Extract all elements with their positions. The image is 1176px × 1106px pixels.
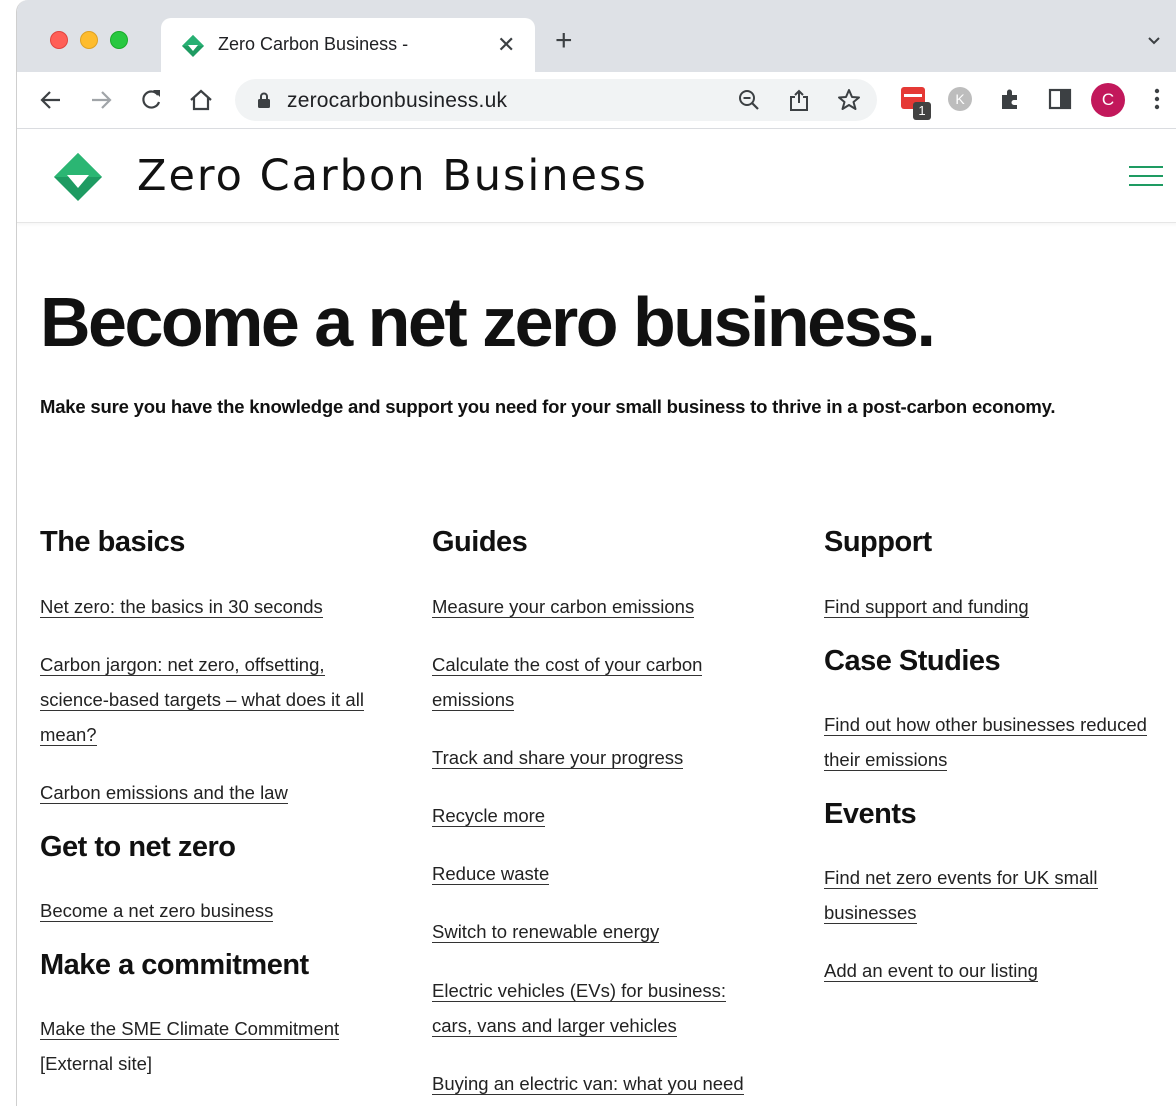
forward-arrow-icon[interactable] [87,86,115,114]
hamburger-menu-icon[interactable] [1129,165,1163,187]
heading-events: Events [824,798,917,830]
tab-title: Zero Carbon Business - [218,34,409,54]
site-header: Zero Carbon Business [17,129,1176,223]
reload-icon[interactable] [137,86,165,114]
minimize-window-button[interactable] [80,31,98,49]
heading-support: Support [824,526,932,558]
link-renewable-energy[interactable]: Switch to renewable energy [432,914,792,949]
url-text[interactable]: zerocarbonbusiness.uk [287,89,507,113]
extensions-puzzle-icon[interactable] [997,86,1023,112]
site-favicon-icon [182,35,204,57]
link-carbon-emissions-law[interactable]: Carbon emissions and the law [40,775,400,810]
link-calculate-cost[interactable]: Calculate the cost of your carbon emissi… [432,647,732,717]
site-logo-icon[interactable] [53,152,103,202]
link-recycle-more[interactable]: Recycle more [432,798,792,833]
link-become-net-zero[interactable]: Become a net zero business [40,893,400,928]
link-case-studies[interactable]: Find out how other businesses reduced th… [824,707,1174,777]
tab-strip: Zero Carbon Business - ✕ + [17,0,1176,72]
address-bar[interactable]: zerocarbonbusiness.uk [235,79,877,121]
link-net-zero-events[interactable]: Find net zero events for UK small busine… [824,860,1124,930]
heading-the-basics: The basics [40,526,185,558]
side-panel-icon[interactable] [1047,86,1073,112]
share-icon[interactable] [787,88,811,112]
link-electric-vehicles[interactable]: Electric vehicles (EVs) for business: ca… [432,973,744,1043]
k-extension-icon[interactable]: K [947,86,973,112]
hero-title: Become a net zero business. [40,283,936,361]
hero-subtitle: Make sure you have the knowledge and sup… [40,396,1056,417]
close-window-button[interactable] [50,31,68,49]
svg-text:K: K [955,91,965,107]
heading-case-studies: Case Studies [824,645,1001,677]
link-buying-electric-van[interactable]: Buying an electric van: what you need [432,1066,792,1101]
heading-make-a-commitment: Make a commitment [40,949,309,981]
link-sme-climate-commitment[interactable]: Make the SME Climate Commitment [40,1011,400,1046]
link-track-progress[interactable]: Track and share your progress [432,740,792,775]
link-support-funding[interactable]: Find support and funding [824,589,1174,624]
link-carbon-jargon[interactable]: Carbon jargon: net zero, offsetting, sci… [40,647,385,752]
link-measure-emissions[interactable]: Measure your carbon emissions [432,589,792,624]
extension-badge-count: 1 [913,102,931,120]
zoom-out-icon[interactable] [737,88,761,112]
bookmark-star-icon[interactable] [837,88,861,112]
tab-search-chevron-icon[interactable] [1147,34,1161,48]
browser-window: Zero Carbon Business - ✕ + zerocarbonbus… [16,0,1176,1106]
heading-guides: Guides [432,526,528,558]
browser-menu-icon[interactable] [1149,86,1165,112]
link-reduce-waste[interactable]: Reduce waste [432,856,792,891]
maximize-window-button[interactable] [110,31,128,49]
site-title[interactable]: Zero Carbon Business [137,151,648,201]
external-site-note: [External site] [40,1053,153,1074]
heading-get-to-net-zero: Get to net zero [40,831,236,863]
browser-tab[interactable]: Zero Carbon Business - ✕ [161,18,535,72]
lock-icon[interactable] [257,92,271,108]
back-arrow-icon[interactable] [37,86,65,114]
home-icon[interactable] [187,86,215,114]
new-tab-icon[interactable]: + [555,26,573,56]
link-net-zero-basics[interactable]: Net zero: the basics in 30 seconds [40,589,400,624]
link-add-event[interactable]: Add an event to our listing [824,953,1174,988]
profile-avatar[interactable]: C [1091,83,1125,117]
close-tab-icon[interactable]: ✕ [497,32,515,58]
